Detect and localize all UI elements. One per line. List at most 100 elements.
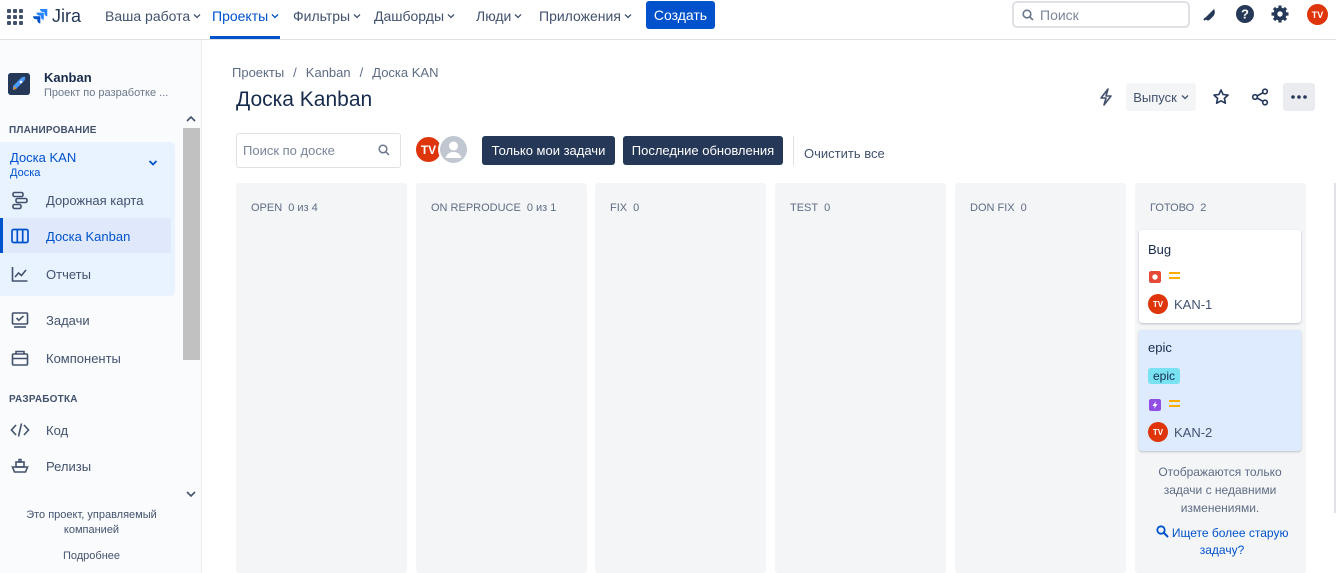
sidebar-item-label: Релизы xyxy=(46,458,92,474)
board-column: FIX 0 xyxy=(595,183,766,573)
epic-icon xyxy=(1149,399,1161,411)
user-avatar[interactable]: TV xyxy=(1307,4,1328,25)
card-key[interactable]: KAN-1 xyxy=(1174,297,1212,312)
column-header: TEST 0 xyxy=(790,202,831,214)
nav-label: Приложения xyxy=(539,8,621,24)
scroll-up-icon[interactable] xyxy=(186,114,196,124)
learn-more-link[interactable]: Подробнее xyxy=(0,550,183,562)
nav-label: Фильтры xyxy=(293,8,351,24)
board-selector-sub: Доска xyxy=(10,167,41,179)
older-issue-link-text: Ищете более старую задачу? xyxy=(1171,526,1289,557)
breadcrumb: Проекты / Kanban / Доска KAN xyxy=(232,65,438,80)
nav-projects[interactable]: Проекты xyxy=(212,8,279,24)
scrollbar-thumb[interactable] xyxy=(183,128,200,360)
board-selector-title: Доска KAN xyxy=(10,150,77,165)
more-actions-button[interactable] xyxy=(1283,83,1315,111)
board-selector[interactable]: Доска KAN Доска xyxy=(10,150,76,179)
top-navigation: Jira Ваша работа Проекты Фильтры Дашборд… xyxy=(0,0,1336,40)
nav-apps[interactable]: Приложения xyxy=(539,8,632,24)
app-switcher-icon[interactable] xyxy=(6,8,23,25)
sidebar-item-issues[interactable]: Задачи xyxy=(10,310,90,330)
svg-text:?: ? xyxy=(1241,7,1249,22)
active-nav-indicator xyxy=(210,36,280,39)
chevron-down-icon[interactable] xyxy=(148,158,158,168)
reports-icon xyxy=(11,267,28,282)
search-icon xyxy=(1022,8,1034,21)
components-icon xyxy=(11,350,29,366)
board-search-placeholder: Поиск по доске xyxy=(243,143,335,158)
medium-priority-icon xyxy=(1169,400,1180,410)
nav-label: Проекты xyxy=(212,8,269,24)
filter-divider xyxy=(793,136,794,166)
scroll-down-icon[interactable] xyxy=(186,489,196,499)
release-button[interactable]: Выпуск xyxy=(1126,83,1196,111)
sidebar-item-code[interactable]: Код xyxy=(10,420,68,440)
sidebar-item-label: Код xyxy=(46,422,69,438)
recent-issues-note: Отображаются только задачи с недавними и… xyxy=(1158,465,1282,515)
breadcrumb-projects[interactable]: Проекты xyxy=(232,65,284,80)
card-key[interactable]: KAN-2 xyxy=(1174,425,1212,440)
create-button[interactable]: Создать xyxy=(646,1,715,29)
automation-icon[interactable] xyxy=(1093,83,1119,111)
sidebar-item-components[interactable]: Компоненты xyxy=(10,348,121,368)
sidebar-item-releases[interactable]: Релизы xyxy=(10,456,91,476)
nav-dashboards[interactable]: Дашборды xyxy=(374,8,455,24)
project-rocket-icon xyxy=(8,73,30,95)
sidebar-item-reports[interactable]: Отчеты xyxy=(10,264,91,284)
sidebar-item-label: Дорожная карта xyxy=(46,192,144,208)
board-search-input[interactable]: Поиск по доске xyxy=(236,133,401,168)
unassigned-user-icon xyxy=(440,136,467,163)
sidebar-scrollbar[interactable] xyxy=(183,112,200,502)
share-icon[interactable] xyxy=(1247,83,1273,111)
nav-people[interactable]: Люди xyxy=(476,8,522,24)
releases-icon xyxy=(11,458,29,473)
medium-priority-icon xyxy=(1169,272,1180,282)
sidebar-item-label: Задачи xyxy=(46,312,90,328)
sidebar-item-label: Доска Kanban xyxy=(46,228,131,244)
bug-icon xyxy=(1149,271,1161,283)
epic-label[interactable]: epic xyxy=(1148,368,1181,384)
jira-logo-icon xyxy=(33,8,48,23)
chevron-down-icon xyxy=(353,14,361,19)
issue-card[interactable]: Bug TV KAN-1 xyxy=(1139,230,1301,323)
project-name: Kanban xyxy=(44,70,92,85)
board-icon xyxy=(11,228,29,244)
issue-card[interactable]: epic epic TV KAN-2 xyxy=(1139,330,1301,451)
sidebar-item-kanban-board[interactable]: Доска Kanban xyxy=(10,226,130,246)
project-sidebar: Kanban Проект по разработке ... ПЛАНИРОВ… xyxy=(0,40,202,573)
card-title: epic xyxy=(1148,340,1172,355)
settings-gear-icon[interactable] xyxy=(1270,4,1290,24)
older-issue-link[interactable]: Ищете более старую задачу? xyxy=(1144,525,1300,559)
breadcrumb-separator: / xyxy=(293,65,297,80)
breadcrumb-board[interactable]: Доска KAN xyxy=(372,65,438,80)
nav-label: Люди xyxy=(476,8,512,24)
chevron-down-icon xyxy=(1181,95,1189,100)
more-icon xyxy=(1291,95,1307,99)
global-search-input[interactable]: Поиск xyxy=(1012,1,1190,28)
nav-filters[interactable]: Фильтры xyxy=(293,8,361,24)
notifications-icon[interactable] xyxy=(1200,4,1220,24)
release-label: Выпуск xyxy=(1133,89,1177,105)
search-placeholder: Поиск xyxy=(1040,6,1079,23)
project-header[interactable]: Kanban Проект по разработке ... xyxy=(8,70,168,99)
jira-logo[interactable]: Jira xyxy=(32,6,81,27)
nav-your-work[interactable]: Ваша работа xyxy=(105,8,201,24)
chevron-down-icon xyxy=(193,14,201,19)
chevron-down-icon xyxy=(271,14,279,19)
board-column: DON FIX 0 xyxy=(955,183,1126,573)
card-title: Bug xyxy=(1148,242,1172,257)
column-header: FIX 0 xyxy=(610,202,640,214)
breadcrumb-project[interactable]: Kanban xyxy=(306,65,351,80)
unassigned-avatar[interactable] xyxy=(438,134,469,165)
code-icon xyxy=(10,423,30,437)
recently-updated-button[interactable]: Последние обновления xyxy=(623,136,783,165)
only-my-issues-button[interactable]: Только мои задачи xyxy=(482,136,615,165)
help-icon[interactable]: ? xyxy=(1235,4,1255,24)
search-icon xyxy=(1155,525,1169,538)
clear-all-button[interactable]: Очистить все xyxy=(804,146,885,161)
chevron-down-icon xyxy=(514,14,522,19)
sidebar-item-roadmap[interactable]: Дорожная карта xyxy=(10,190,143,210)
star-icon[interactable] xyxy=(1208,83,1234,111)
issues-icon xyxy=(11,312,29,328)
chevron-down-icon xyxy=(624,14,632,19)
